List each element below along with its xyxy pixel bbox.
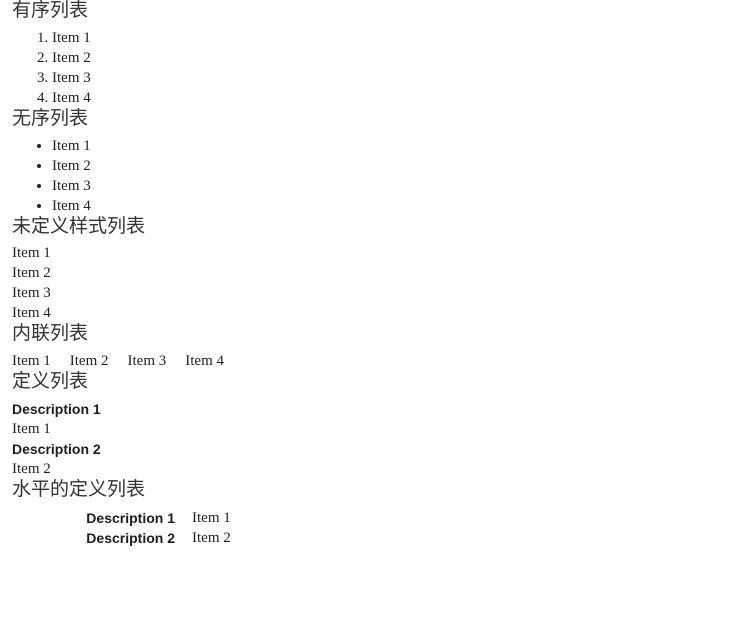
definition-term: Description 1	[86, 509, 175, 526]
list-item: Item 2	[52, 48, 734, 68]
unstyled-list: Item 1 Item 2 Item 3 Item 4	[12, 243, 734, 323]
list-item: Item 2	[12, 265, 51, 282]
document-page: 有序列表 Item 1 Item 2 Item 3 Item 4 无序列表 It…	[0, 0, 746, 631]
definition-description: Item 2	[192, 529, 231, 546]
heading-unordered-list: 无序列表	[12, 107, 89, 129]
list-item: Item 3	[127, 353, 167, 370]
section-horizontal-definition-list: 水平的定义列表 Description 1 Item 1 Description…	[0, 479, 746, 548]
definition-term: Description 2	[86, 529, 175, 546]
list-item: Item 4	[185, 353, 224, 370]
section-ordered-list: 有序列表 Item 1 Item 2 Item 3 Item 4	[0, 0, 746, 108]
section-unstyled-list: 未定义样式列表 Item 1 Item 2 Item 3 Item 4	[0, 216, 746, 324]
inline-list: Item 1 Item 2 Item 3 Item 4	[12, 351, 734, 371]
list-item: Item 1	[52, 136, 734, 156]
list-item: Item 1	[52, 28, 734, 48]
definition-description: Item 1	[12, 420, 51, 437]
heading-unstyled-list: 未定义样式列表	[12, 215, 146, 237]
horizontal-definition-list: Description 1 Item 1 Description 2 Item …	[12, 508, 734, 548]
definition-description: Item 1	[192, 509, 231, 526]
definition-term: Description 2	[12, 440, 101, 457]
ordered-list: Item 1 Item 2 Item 3 Item 4	[12, 28, 734, 108]
list-item: Item 4	[52, 88, 734, 108]
heading-inline-list: 内联列表	[12, 323, 89, 345]
list-item: Item 4	[52, 196, 734, 216]
list-item: Item 1	[12, 245, 51, 262]
list-item: Item 4	[12, 305, 51, 322]
list-item: Item 1	[12, 353, 51, 370]
list-item: Item 3	[12, 285, 51, 302]
heading-horizontal-definition-list: 水平的定义列表	[12, 478, 146, 500]
section-inline-list: 内联列表 Item 1 Item 2 Item 3 Item 4	[0, 323, 746, 371]
definition-description: Item 2	[12, 460, 51, 477]
definition-list: Description 1 Item 1 Description 2 Item …	[12, 399, 734, 479]
definition-term: Description 1	[12, 400, 101, 417]
list-item: Item 3	[52, 68, 734, 88]
unordered-list: Item 1 Item 2 Item 3 Item 4	[12, 136, 734, 216]
list-item: Item 2	[52, 156, 734, 176]
heading-ordered-list: 有序列表	[12, 0, 89, 21]
heading-definition-list: 定义列表	[12, 371, 89, 393]
list-item: Item 3	[52, 176, 734, 196]
list-item: Item 2	[69, 353, 109, 370]
section-definition-list: 定义列表 Description 1 Item 1 Description 2 …	[0, 371, 746, 479]
section-unordered-list: 无序列表 Item 1 Item 2 Item 3 Item 4	[0, 108, 746, 216]
